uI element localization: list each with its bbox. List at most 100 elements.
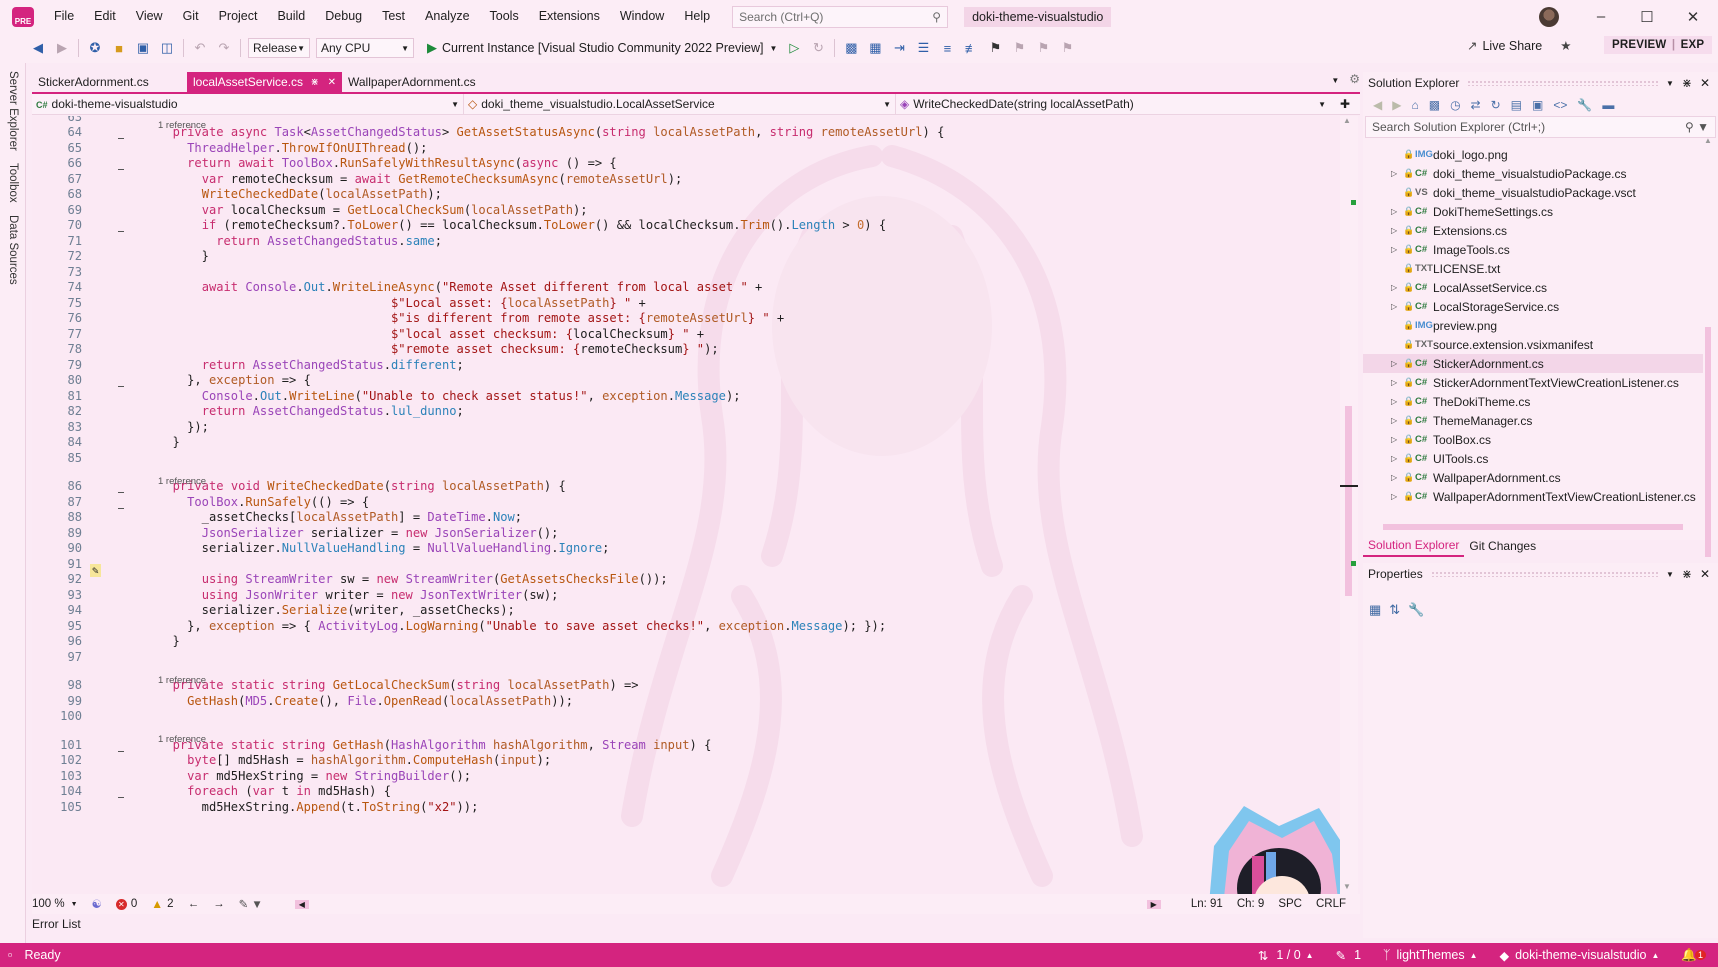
back-icon[interactable]: ◀ <box>1373 98 1382 112</box>
code-line[interactable]: 85 <box>32 449 158 466</box>
bookmark-prev-icon[interactable]: ⚑ <box>1010 39 1028 57</box>
menu-item-project[interactable]: Project <box>209 0 268 33</box>
code-line[interactable]: 93 using JsonWriter writer = new JsonTex… <box>32 586 558 603</box>
bookmark-icon[interactable]: ⚑ <box>986 39 1004 57</box>
solution-search-input[interactable]: Search Solution Explorer (Ctrl+;) ⚲ ▼ <box>1365 116 1716 138</box>
close-tab-icon[interactable]: ✕ <box>328 77 336 88</box>
home-icon[interactable]: ⌂ <box>1411 98 1418 112</box>
expand-arrow-icon[interactable]: ▷ <box>1391 473 1401 482</box>
tab-sticker-adornment[interactable]: StickerAdornment.cs <box>32 72 187 92</box>
sync-indicator[interactable]: ⇅ 1 / 0 ▲ <box>1258 948 1314 963</box>
expand-arrow-icon[interactable]: ▷ <box>1391 359 1401 368</box>
menu-item-git[interactable]: Git <box>173 0 209 33</box>
code-line[interactable]: 91 ✎ <box>32 555 158 577</box>
forward-icon[interactable]: ▶ <box>1392 98 1401 112</box>
code-line[interactable]: 95 }, exception => { ActivityLog.LogWarn… <box>32 617 886 634</box>
step-icon[interactable]: ⇥ <box>890 39 908 57</box>
tree-item[interactable]: ▷🔒TXTsource.extension.vsixmanifest <box>1363 335 1703 354</box>
hscroll-left-icon[interactable]: ◀ <box>294 899 309 909</box>
tree-scrollbar[interactable]: ▲ <box>1701 132 1715 557</box>
run-target-button[interactable]: Current Instance [Visual Studio Communit… <box>442 41 763 55</box>
switch-views-icon[interactable]: ▩ <box>1429 98 1440 112</box>
tree-item[interactable]: ▷ 🔒 C# TheDokiTheme.cs <box>1363 392 1703 411</box>
server-explorer-tab[interactable]: Server Explorer <box>7 71 19 151</box>
tab-list-icon[interactable]: ▼ <box>1331 72 1339 92</box>
close-icon[interactable]: ✕ <box>1670 0 1716 33</box>
expand-arrow-icon[interactable]: ▷ <box>1391 169 1401 178</box>
zoom-select[interactable]: 100 % ▼ <box>32 898 78 910</box>
split-editor-icon[interactable]: ✚ <box>1340 97 1350 111</box>
drag-handle[interactable] <box>1430 571 1658 577</box>
code-line[interactable]: 81 Console.Out.WriteLine("Unable to chec… <box>32 387 740 404</box>
tree-item[interactable]: ▷ 🔒 C# ThemeManager.cs <box>1363 411 1703 430</box>
hscroll-right-icon[interactable]: ▶ <box>1146 899 1161 909</box>
project-dropdown[interactable]: C# doki-theme-visualstudio ▼ <box>32 94 464 114</box>
reference-lens[interactable]: 1 reference <box>158 734 206 745</box>
line-indicator[interactable]: Ln: 91 <box>1191 898 1223 910</box>
maximize-icon[interactable]: ☐ <box>1624 0 1670 33</box>
code-line[interactable]: 76 $"is different from remote asset: {re… <box>32 310 784 327</box>
refresh-icon[interactable]: ↻ <box>1491 98 1501 112</box>
tree-item[interactable]: ▷ 🔒 C# StickerAdornmentTextViewCreationList… <box>1363 373 1703 392</box>
avatar[interactable] <box>1539 7 1559 27</box>
menu-item-build[interactable]: Build <box>267 0 315 33</box>
tree-item[interactable]: ▷🔒TXTLICENSE.txt <box>1363 259 1703 278</box>
menu-item-edit[interactable]: Edit <box>84 0 126 33</box>
reference-lens[interactable]: 1 reference <box>158 476 206 487</box>
member-dropdown[interactable]: ◈ WriteCheckedDate(string localAssetPath)… <box>896 94 1330 114</box>
code-line[interactable]: 100 <box>32 708 158 725</box>
warnings-indicator[interactable]: ▲ 2 <box>151 897 173 911</box>
code-line[interactable]: 67 var remoteChecksum = await GetRemoteC… <box>32 170 682 187</box>
vs-logo-icon[interactable]: PRE <box>12 6 34 27</box>
tree-item[interactable]: ▷🔒IMGpreview.png <box>1363 316 1703 335</box>
expand-arrow-icon[interactable]: ▷ <box>1391 454 1401 463</box>
scroll-down-icon[interactable]: ▼ <box>1343 882 1351 891</box>
tab-local-asset-service[interactable]: localAssetService.cs ⋇ ✕ <box>187 72 342 92</box>
pending-changes-indicator[interactable]: ✎ 1 <box>1336 948 1361 963</box>
bookmark-clear-icon[interactable]: ⚑ <box>1058 39 1076 57</box>
notifications-button[interactable]: 🔔 1 <box>1681 948 1706 963</box>
tree-item[interactable]: ▷ 🔒 C# LocalStorageService.cs <box>1363 297 1703 316</box>
chevron-down-icon[interactable]: ▼ <box>1666 570 1674 579</box>
expand-arrow-icon[interactable]: ▷ <box>1391 302 1401 311</box>
uncomment-icon[interactable]: ≢ <box>962 39 980 57</box>
code-line[interactable]: 69 var localChecksum = GetLocalCheckSum(… <box>32 201 587 218</box>
alphabetical-icon[interactable]: ⇅ <box>1389 602 1400 618</box>
scroll-thumb[interactable] <box>1345 406 1352 596</box>
code-line[interactable]: 99 GetHash(MD5.Create(), File.OpenRead(l… <box>32 692 573 709</box>
configuration-select[interactable]: Release ▼ <box>248 38 310 58</box>
live-share-button[interactable]: ↗ Live Share ★ <box>1467 38 1571 54</box>
code-line[interactable]: 83 }); <box>32 418 209 435</box>
type-dropdown[interactable]: ◇ doki_theme_visualstudio.LocalAssetServi… <box>464 94 896 114</box>
tab-git-changes[interactable]: Git Changes <box>1464 536 1541 556</box>
code-line[interactable]: 74 await Console.Out.WriteLineAsync("Rem… <box>32 279 762 296</box>
code-line[interactable]: 90 serializer.NullValueHandling = NullVa… <box>32 540 609 557</box>
tree-item[interactable]: ▷ 🔒 C# LocalAssetService.cs <box>1363 278 1703 297</box>
reference-lens[interactable]: 1 reference <box>158 675 206 686</box>
code-line[interactable]: 66 return await ToolBox.RunSafelyWithRes… <box>32 155 617 172</box>
code-line[interactable]: 102 byte[] md5Hash = hashAlgorithm.Compu… <box>32 752 551 769</box>
expand-arrow-icon[interactable]: ▷ <box>1391 492 1401 501</box>
redo-icon[interactable]: ↷ <box>215 39 233 57</box>
code-line[interactable]: 71 return AssetChangedStatus.same; <box>32 232 442 249</box>
repository-selector[interactable]: ◆ doki-theme-visualstudio ▲ <box>1500 948 1660 963</box>
menu-item-tools[interactable]: Tools <box>480 0 529 33</box>
tree-item[interactable]: ▷ 🔒 C# UITools.cs <box>1363 449 1703 468</box>
pin-icon[interactable]: ⋇ <box>310 77 318 88</box>
tab-solution-explorer[interactable]: Solution Explorer <box>1363 535 1465 557</box>
code-line[interactable]: 75 $"Local asset: {localAssetPath} " + <box>32 294 645 311</box>
menu-item-file[interactable]: File <box>44 0 84 33</box>
properties-icon[interactable]: 🔧 <box>1577 98 1592 112</box>
new-project-icon[interactable]: ✪ <box>86 39 104 57</box>
format-icon[interactable]: ☰ <box>914 39 932 57</box>
code-line[interactable]: 98 private static string GetLocalCheckSu… <box>32 677 638 694</box>
expand-arrow-icon[interactable]: ▷ <box>1391 245 1401 254</box>
tree-item[interactable]: ▷ 🔒 C# doki_theme_visualstudioPackage.cs <box>1363 164 1703 183</box>
tree-item[interactable]: ▷🔒VSdoki_theme_visualstudioPackage.vsct <box>1363 183 1703 202</box>
hot-reload-icon[interactable]: ↻ <box>809 39 827 57</box>
code-line[interactable]: 77 $"local asset checksum: {localChecksu… <box>32 325 704 342</box>
code-line[interactable]: 70 if (remoteChecksum?.ToLower() == loca… <box>32 217 886 234</box>
code-line[interactable]: 65 ThreadHelper.ThrowIfOnUIThread(); <box>32 139 427 156</box>
code-line[interactable]: 104 foreach (var t in md5Hash) { <box>32 783 391 800</box>
code-line[interactable]: 103 var md5HexString = new StringBuilder… <box>32 767 471 784</box>
